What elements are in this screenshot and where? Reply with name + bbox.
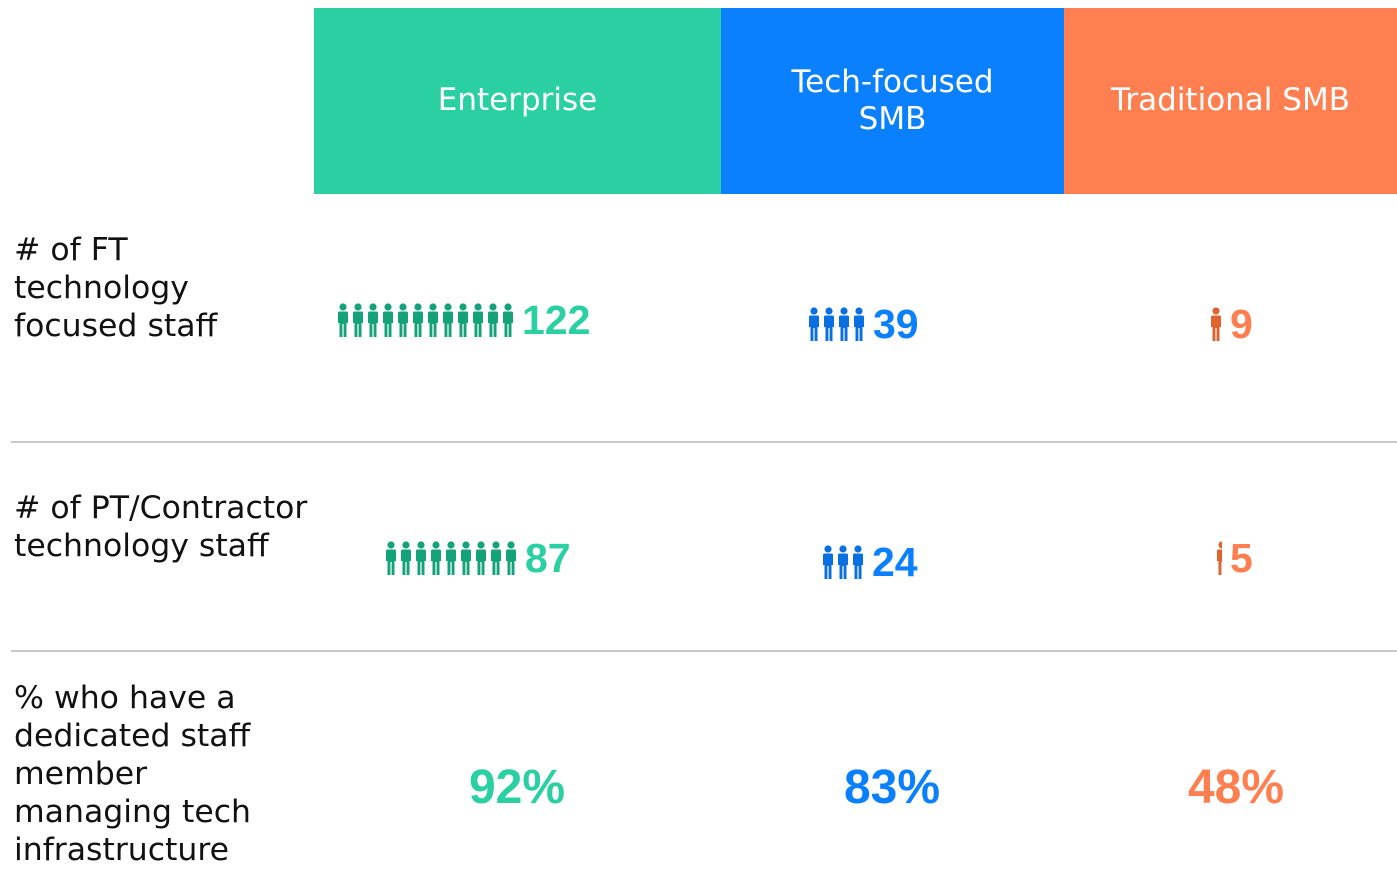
header-traditional-smb-label: Traditional SMB <box>1111 82 1350 119</box>
person-icon <box>401 541 411 575</box>
header-enterprise-label: Enterprise <box>437 82 598 119</box>
ft-staff-techsmb-cell: 39 <box>808 294 919 354</box>
ft-staff-enterprise-value: 122 <box>522 296 591 343</box>
pt-staff-techsmb-value: 24 <box>872 538 918 585</box>
person-icon <box>338 303 348 337</box>
pt-staff-enterprise-person-icons <box>385 541 517 575</box>
ft-staff-enterprise-cell: 122 <box>337 290 590 350</box>
dedicated-staff-tradsmb-value: 48% <box>1187 761 1285 814</box>
pt-staff-tradsmb-cell: 5 <box>1216 528 1253 588</box>
person-icon <box>824 307 834 341</box>
person-icon <box>809 307 819 341</box>
person-icon <box>473 303 483 337</box>
row-label-pt-staff: # of PT/Contractor technology staff <box>14 490 308 564</box>
pt-staff-techsmb-person-icons <box>822 545 864 579</box>
person-icon <box>386 541 396 575</box>
person-icon <box>416 541 426 575</box>
person-icon <box>823 545 833 579</box>
dedicated-staff-techsmb-value: 83% <box>843 761 941 814</box>
person-icon <box>443 303 453 337</box>
row-label-dedicated-staff: % who have a dedicated staff member mana… <box>14 680 251 868</box>
ft-staff-techsmb-value: 39 <box>873 300 919 347</box>
person-icon <box>839 307 849 341</box>
pt-staff-enterprise-value: 87 <box>525 534 571 581</box>
person-icon <box>476 541 486 575</box>
person-icon <box>488 303 498 337</box>
ft-staff-enterprise-person-icons <box>337 303 514 337</box>
person-icon <box>431 541 441 575</box>
ft-staff-tradsmb-value: 9 <box>1230 300 1253 347</box>
person-icon <box>368 303 378 337</box>
person-icon <box>398 303 408 337</box>
person-icon <box>446 541 456 575</box>
person-icon <box>1211 307 1221 341</box>
header-tech-focused-smb: Tech-focused SMB <box>721 8 1064 194</box>
header-traditional-smb: Traditional SMB <box>1064 8 1397 194</box>
pt-staff-tradsmb-person-icons <box>1216 541 1222 575</box>
person-icon <box>838 545 848 579</box>
person-icon <box>461 541 471 575</box>
person-icon <box>503 303 513 337</box>
person-icon <box>491 541 501 575</box>
row-divider <box>11 650 1397 652</box>
pt-staff-tradsmb-value: 5 <box>1230 534 1253 581</box>
pt-staff-techsmb-cell: 24 <box>822 532 918 592</box>
row-divider <box>11 441 1397 443</box>
header-enterprise: Enterprise <box>314 8 721 194</box>
ft-staff-techsmb-person-icons <box>808 307 865 341</box>
header-tech-focused-smb-label: Tech-focused SMB <box>791 63 994 137</box>
ft-staff-tradsmb-person-icons <box>1210 307 1222 341</box>
row-label-ft-staff: # of FT technology focused staff <box>14 232 218 344</box>
pt-staff-enterprise-cell: 87 <box>385 528 571 588</box>
person-icon <box>853 545 863 579</box>
person-icon <box>854 307 864 341</box>
person-icon <box>458 303 468 337</box>
dedicated-staff-enterprise-value: 92% <box>468 761 566 814</box>
person-icon <box>413 303 423 337</box>
ft-staff-tradsmb-cell: 9 <box>1210 294 1253 354</box>
person-icon <box>353 303 363 337</box>
person-icon <box>428 303 438 337</box>
person-icon <box>506 541 516 575</box>
person-icon <box>1217 541 1222 575</box>
person-icon <box>383 303 393 337</box>
